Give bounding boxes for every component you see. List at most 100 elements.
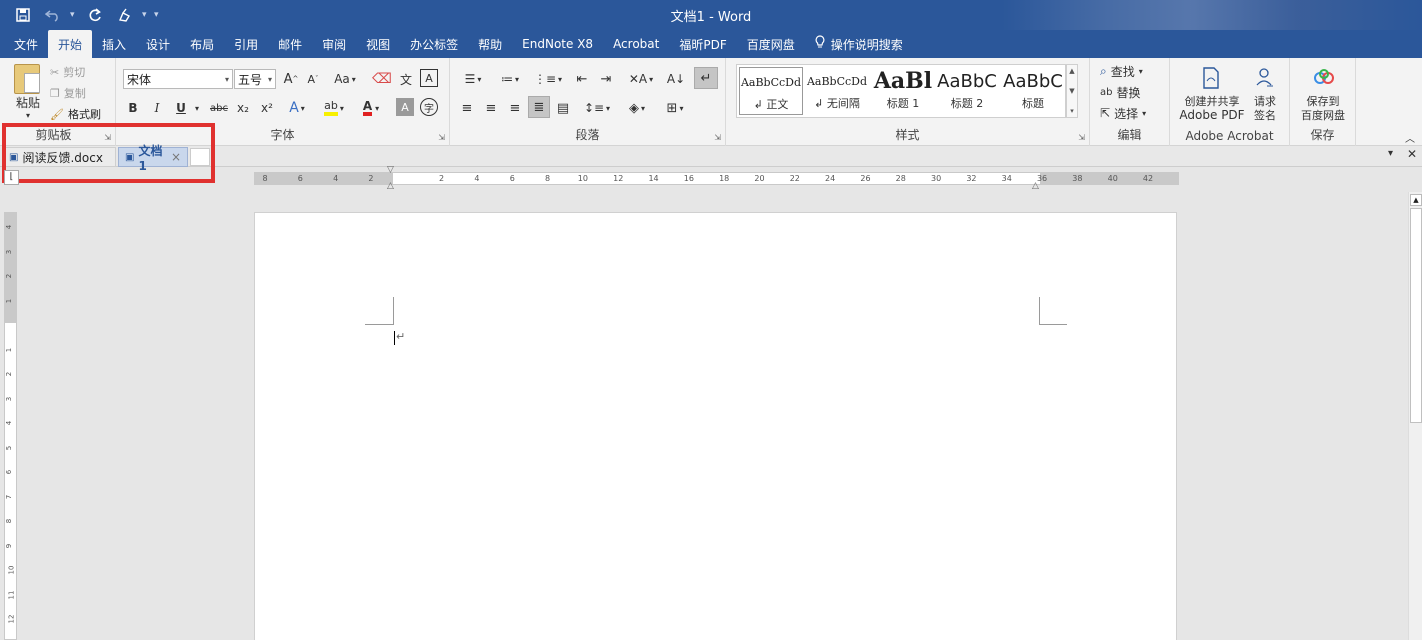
tab-layout[interactable]: 布局 (180, 30, 224, 58)
tab-baidu-netdisk[interactable]: 百度网盘 (737, 30, 805, 58)
scroll-up-icon[interactable]: ▲ (1410, 194, 1422, 206)
increase-indent-icon[interactable]: ⇥ (596, 69, 616, 89)
tab-foxit-pdf[interactable]: 福昕PDF (669, 30, 736, 58)
request-sign-line2[interactable]: 签名 (1248, 108, 1282, 122)
tab-endnote[interactable]: EndNote X8 (512, 30, 603, 58)
right-indent-marker[interactable]: △ (1032, 181, 1039, 191)
ruler-tick-label: 8 (5, 518, 14, 524)
phonetic-guide-icon[interactable]: 文 (396, 69, 416, 89)
font-size-box[interactable]: 五号 ▾ (234, 69, 276, 89)
italic-button[interactable]: I (148, 98, 166, 118)
tab-home[interactable]: 开始 (48, 30, 93, 58)
styles-gallery: AaBbCcDd ↲ 正文 AaBbCcDd ↲ 无间隔 AaBl 标题 1 A… (736, 64, 1066, 118)
cursor-icon: ⇱ (1100, 106, 1111, 120)
ruler-tick-label: 2 (5, 371, 14, 377)
save-to-netdisk-line1[interactable]: 保存到 (1294, 94, 1352, 108)
copy-button[interactable]: ❐ 复制 (50, 85, 86, 101)
request-sign-line1[interactable]: 请求 (1248, 94, 1282, 108)
character-shading-icon[interactable]: A (396, 98, 414, 116)
chinese-layout-icon[interactable]: ✕A ▾ (626, 69, 656, 89)
decrease-indent-icon[interactable]: ⇤ (572, 69, 592, 89)
document-page[interactable]: ↵ (254, 212, 1177, 640)
tab-insert[interactable]: 插入 (92, 30, 136, 58)
sort-icon[interactable]: A↓ (666, 69, 686, 89)
ruler-tick-label: 1 (5, 298, 14, 303)
shrink-font-button[interactable]: Aˇ (304, 69, 322, 89)
paragraph-launcher-icon[interactable]: ⇲ (714, 133, 721, 142)
character-border-icon[interactable]: A (420, 69, 438, 87)
align-center-icon[interactable]: ≡ (482, 98, 500, 118)
tell-me-search[interactable]: 操作说明搜索 (805, 30, 913, 58)
font-name-box[interactable]: 宋体 ▾ (123, 69, 233, 89)
tab-list-dropdown-icon[interactable]: ▾ (1388, 148, 1393, 159)
styles-gallery-scroll[interactable]: ▲ ▼ ▾ (1066, 64, 1078, 118)
paragraph-mark: ↵ (396, 330, 406, 343)
multilevel-list-icon[interactable]: ⋮≡ ▾ (532, 69, 564, 89)
shading-icon[interactable]: ◈ ▾ (622, 98, 652, 118)
tab-references[interactable]: 引用 (224, 30, 268, 58)
superscript-button[interactable]: x² (258, 98, 276, 118)
scrollbar-thumb[interactable] (1410, 208, 1422, 423)
bold-button[interactable]: B (124, 98, 142, 118)
save-to-netdisk-line2[interactable]: 百度网盘 (1294, 108, 1352, 122)
line-spacing-icon[interactable]: ↕≡ ▾ (582, 98, 612, 118)
bullets-icon[interactable]: ☰ ▾ (458, 69, 488, 89)
replace-button[interactable]: ab 替换 (1100, 83, 1162, 101)
grow-font-button[interactable]: A ^ (282, 69, 300, 89)
strikethrough-button[interactable]: abc (208, 98, 230, 118)
tab-view[interactable]: 视图 (356, 30, 400, 58)
hanging-indent-marker[interactable]: △ (387, 181, 394, 191)
underline-dropdown-icon[interactable]: ▾ (192, 98, 202, 118)
find-button[interactable]: ⌕ 查找 ▾ (1100, 62, 1162, 80)
tab-design[interactable]: 设计 (136, 30, 180, 58)
enclose-characters-icon[interactable]: 字 (420, 98, 438, 116)
collapse-ribbon-icon[interactable]: ︿ (1402, 130, 1418, 145)
highlight-color-icon[interactable]: ab ▾ (320, 98, 348, 118)
more-styles-icon[interactable]: ▾ (1070, 107, 1074, 115)
show-marks-icon[interactable]: ↵ (694, 67, 718, 89)
change-case-button[interactable]: Aa ▾ (332, 69, 358, 89)
select-button[interactable]: ⇱ 选择 ▾ (1100, 104, 1162, 122)
distributed-icon[interactable]: ▤ (554, 98, 572, 118)
crop-mark-top-left (365, 324, 393, 325)
style-title[interactable]: AaBbC 标题 (1001, 67, 1065, 115)
styles-launcher-icon[interactable]: ⇲ (1078, 133, 1085, 142)
underline-button[interactable]: U (172, 98, 190, 118)
clear-formatting-icon[interactable]: ⌫ (372, 69, 392, 89)
style-no-spacing[interactable]: AaBbCcDd ↲ 无间隔 (805, 67, 869, 115)
font-launcher-icon[interactable]: ⇲ (438, 133, 445, 142)
justify-icon[interactable]: ≣ (528, 96, 550, 118)
font-color-icon[interactable]: A ▾ (358, 98, 384, 118)
borders-icon[interactable]: ⊞ ▾ (660, 98, 690, 118)
vertical-scrollbar[interactable]: ▲ (1408, 192, 1422, 640)
tab-acrobat[interactable]: Acrobat (603, 30, 669, 58)
cut-button[interactable]: ✂ 剪切 (50, 64, 85, 80)
paste-button[interactable]: 粘贴 (12, 94, 44, 110)
tab-office-tabs[interactable]: 办公标签 (400, 30, 468, 58)
format-painter-button[interactable]: 🖌 格式刷 (50, 106, 101, 122)
paste-dropdown-icon[interactable]: ▾ (20, 110, 36, 120)
chevron-down-icon[interactable]: ▼ (1069, 87, 1074, 95)
style-heading-1[interactable]: AaBl 标题 1 (871, 67, 935, 115)
style-heading-2[interactable]: AaBbC 标题 2 (935, 67, 999, 115)
align-right-icon[interactable]: ≡ (506, 98, 524, 118)
numbering-icon[interactable]: ≔ ▾ (494, 69, 526, 89)
paragraph-group: ☰ ▾ ≔ ▾ ⋮≡ ▾ ⇤ ⇥ ✕A ▾ A↓ ↵ ≡ ≡ ≡ ≣ ▤ ↕≡ ▾ ◈ ▾ … (450, 58, 726, 146)
paste-icon[interactable] (14, 64, 40, 94)
first-line-indent-marker[interactable]: ▽ (387, 165, 394, 175)
style-normal[interactable]: AaBbCcDd ↲ 正文 (739, 67, 803, 115)
create-pdf-line2[interactable]: Adobe PDF (1178, 108, 1246, 122)
text-effects-icon[interactable]: A ▾ (284, 98, 310, 118)
close-panel-icon[interactable]: ✕ (1407, 147, 1417, 161)
tab-help[interactable]: 帮助 (468, 30, 512, 58)
ribbon-tabs: 文件 开始 插入 设计 布局 引用 邮件 审阅 视图 办公标签 帮助 EndNo… (0, 30, 1422, 58)
subscript-button[interactable]: x₂ (234, 98, 252, 118)
align-left-icon[interactable]: ≡ (458, 98, 476, 118)
tab-mailings[interactable]: 邮件 (268, 30, 312, 58)
ruler-tick-label: 3 (5, 396, 14, 401)
tab-review[interactable]: 审阅 (312, 30, 356, 58)
chevron-up-icon[interactable]: ▲ (1069, 67, 1074, 75)
tab-selector-icon[interactable]: ⌊ (4, 170, 19, 185)
create-pdf-line1[interactable]: 创建并共享 (1178, 94, 1246, 108)
tab-file[interactable]: 文件 (4, 30, 48, 58)
